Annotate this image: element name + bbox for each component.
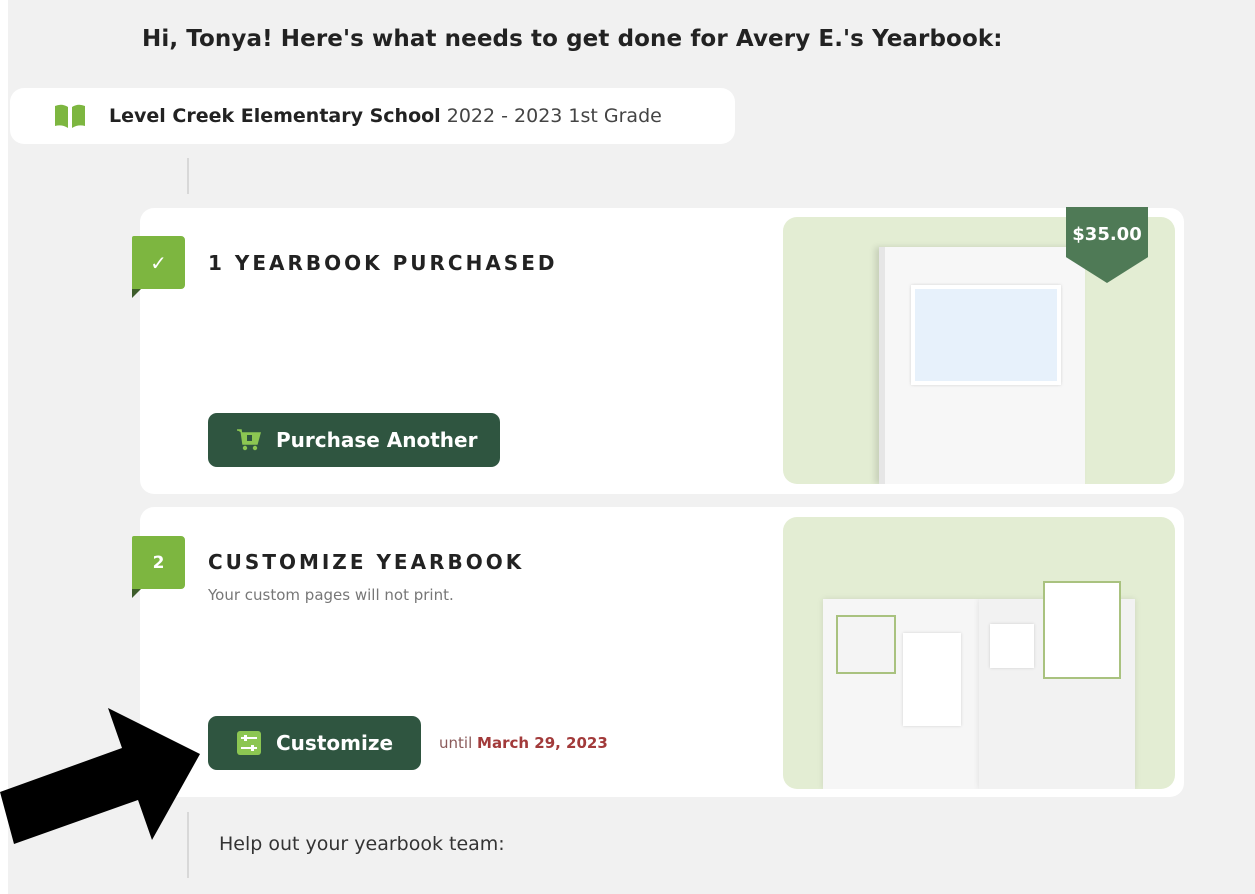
timeline-line [187, 158, 189, 194]
sliders-icon [237, 731, 261, 755]
school-name: Level Creek Elementary School [109, 105, 441, 127]
book-icon [55, 104, 85, 128]
step-subtitle-customize: Your custom pages will not print. [208, 586, 454, 604]
customize-pages-image [783, 517, 1175, 789]
school-details: 2022 - 2023 1st Grade [446, 105, 662, 127]
photo-frame [836, 615, 896, 674]
customize-deadline: until March 29, 2023 [439, 734, 608, 752]
deadline-date: March 29, 2023 [477, 734, 608, 752]
step-number-badge: 2 [132, 536, 185, 589]
step-title-customize: CUSTOMIZE YEARBOOK [208, 550, 525, 574]
cart-icon [237, 429, 261, 451]
photo-frame [990, 624, 1034, 668]
page-greeting: Hi, Tonya! Here's what needs to get done… [142, 26, 1003, 52]
cover-photo-placeholder [911, 285, 1061, 385]
check-icon: ✓ [132, 236, 185, 289]
photo-frame [1043, 581, 1121, 679]
purchase-another-label: Purchase Another [276, 428, 478, 452]
photo-frame [903, 633, 961, 726]
school-info-bar: Level Creek Elementary School 2022 - 202… [10, 88, 735, 144]
customize-label: Customize [276, 731, 394, 755]
step-title-purchase: 1 YEARBOOK PURCHASED [208, 251, 558, 275]
help-team-text: Help out your yearbook team: [219, 833, 505, 855]
arrow-pointer-icon [0, 708, 200, 844]
school-info-text: Level Creek Elementary School 2022 - 202… [109, 102, 662, 130]
customize-button[interactable]: Customize [208, 716, 421, 770]
deadline-prefix: until [439, 734, 473, 752]
purchase-another-button[interactable]: Purchase Another [208, 413, 500, 467]
